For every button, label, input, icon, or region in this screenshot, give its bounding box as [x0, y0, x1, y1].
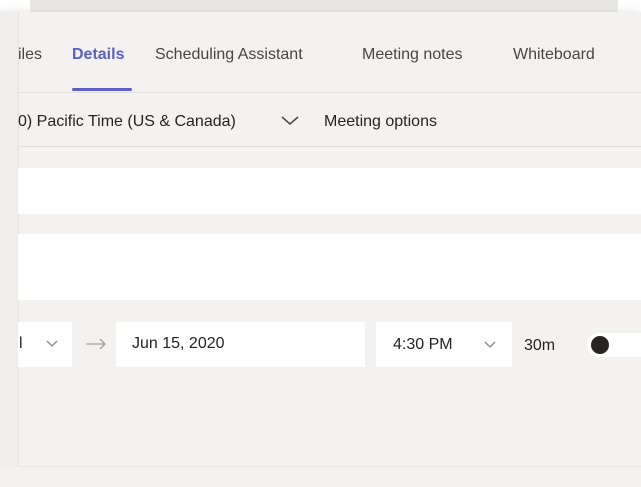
tab-meeting-notes[interactable]: Meeting notes — [362, 46, 463, 64]
all-day-toggle[interactable] — [587, 333, 641, 357]
start-time-value: l — [19, 335, 23, 352]
start-time-dropdown[interactable]: l — [18, 322, 72, 367]
options-divider — [18, 146, 641, 147]
chevron-down-icon — [484, 341, 496, 348]
timezone-dropdown[interactable]: 0) Pacific Time (US & Canada) — [18, 113, 236, 131]
top-shadow — [30, 0, 618, 12]
tab-files[interactable]: iles — [18, 46, 42, 64]
toggle-knob — [591, 336, 609, 354]
arrow-right-icon — [86, 338, 106, 350]
tab-whiteboard[interactable]: Whiteboard — [513, 46, 595, 64]
end-time-value: 4:30 PM — [393, 336, 453, 353]
chevron-down-icon — [46, 340, 58, 347]
active-tab-indicator — [72, 88, 132, 91]
duration-label: 30m — [524, 337, 556, 354]
end-time-dropdown[interactable]: 4:30 PM — [376, 322, 512, 367]
meeting-options-link[interactable]: Meeting options — [324, 113, 437, 131]
bottom-edge — [18, 466, 641, 467]
end-date-value: Jun 15, 2020 — [132, 335, 225, 352]
tabs-divider — [18, 92, 641, 93]
tab-scheduling-assistant[interactable]: Scheduling Assistant — [155, 46, 303, 64]
title-input[interactable] — [18, 168, 641, 214]
end-date-picker[interactable]: Jun 15, 2020 — [116, 322, 365, 367]
chevron-down-icon[interactable] — [278, 110, 302, 132]
left-gutter — [0, 12, 19, 467]
tab-details[interactable]: Details — [72, 46, 124, 64]
location-input[interactable] — [18, 234, 641, 300]
